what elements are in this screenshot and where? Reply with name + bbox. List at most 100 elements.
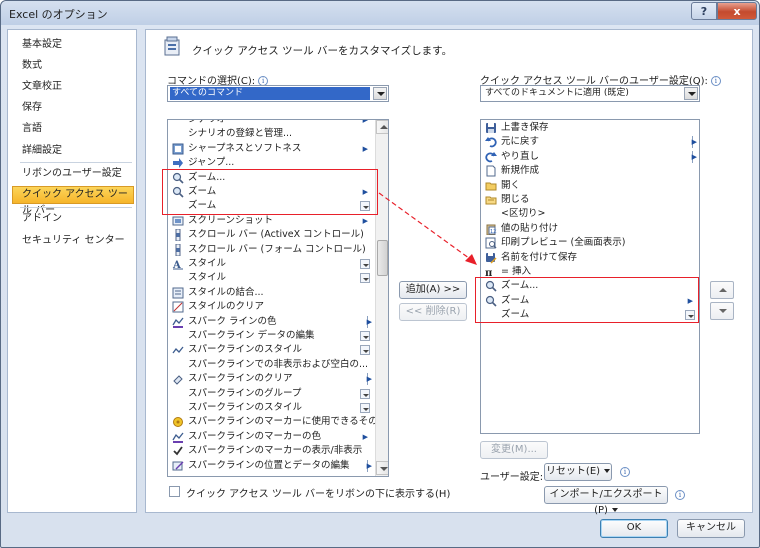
gallery-dropdown-icon: [360, 273, 370, 284]
list-item[interactable]: 新規作成: [481, 164, 699, 178]
move-up-button[interactable]: [710, 281, 734, 299]
nav-item-basic[interactable]: 基本設定: [12, 36, 134, 54]
list-item[interactable]: 開く: [481, 179, 699, 193]
list-item-label: 名前を付けて保存: [501, 251, 578, 263]
below-ribbon-checkbox[interactable]: [169, 486, 180, 497]
list-item-label: スパークラインのマーカーの表示/非表示: [188, 445, 363, 457]
list-item[interactable]: スパークラインでの非表示および空白の...: [168, 358, 374, 372]
move-down-button[interactable]: [710, 302, 734, 320]
list-item[interactable]: 名前を付けて保存: [481, 251, 699, 265]
nav-item-advanced[interactable]: 詳細設定: [12, 142, 134, 160]
list-item-label: スパーク ラインの色: [188, 315, 277, 327]
ok-button[interactable]: OK: [600, 519, 668, 538]
list-item[interactable]: スタイルのクリア: [168, 300, 374, 314]
new-file-icon: [486, 165, 496, 177]
list-item[interactable]: 印刷プレビュー (全画面表示): [481, 236, 699, 250]
reset-button[interactable]: リセット(E): [544, 463, 612, 481]
list-item[interactable]: スパークラインのマーカーの色 ▶: [168, 430, 374, 444]
excel-options-dialog: Excel のオプション ? x 基本設定 数式 文章校正 保存 言語 詳細設定…: [0, 0, 760, 548]
window-title: Excel のオプション: [9, 8, 108, 21]
chevron-down-icon[interactable]: [684, 87, 698, 100]
list-item[interactable]: スパークラインのマーカーに使用できるその...: [168, 415, 387, 429]
list-item-label: 上書き保存: [501, 122, 549, 133]
list-item-label: スクロール バー (フォーム コントロール): [188, 243, 366, 255]
edit-data-icon: [172, 461, 184, 471]
check-icon: [173, 446, 183, 456]
submenu-arrow-icon: ▶: [691, 152, 697, 161]
sharpness-icon: [172, 143, 184, 155]
gallery-dropdown-icon: [360, 259, 370, 269]
nav-item-formulas[interactable]: 数式: [12, 57, 134, 75]
cancel-button[interactable]: キャンセル: [677, 519, 745, 538]
style-merge-icon: [172, 287, 184, 299]
list-item[interactable]: スパークラインのスタイル: [168, 343, 374, 357]
list-item-label: スパークラインのスタイル: [188, 344, 303, 356]
nav-item-quick-access-toolbar[interactable]: クイック アクセス ツール バー: [12, 186, 134, 216]
modify-button[interactable]: 変更(M)...: [480, 441, 548, 459]
customize-target-combo[interactable]: すべてのドキュメントに適用 (既定): [480, 85, 700, 102]
list-item[interactable]: 上書き保存: [481, 121, 699, 135]
command-source-value: すべてのコマンド: [170, 87, 370, 100]
list-item-label: スパークライン データの編集: [188, 330, 315, 341]
target-highlight-box: [475, 277, 699, 323]
options-navigation: 基本設定 数式 文章校正 保存 言語 詳細設定 リボンのユーザー設定 クイック …: [7, 29, 137, 513]
list-item[interactable]: やり直し ▶: [481, 150, 699, 164]
list-item[interactable]: スパークラインのグループ: [168, 387, 374, 401]
list-item-label: やり直し: [501, 150, 540, 162]
list-item[interactable]: スパークライン データの編集: [168, 329, 374, 343]
list-item[interactable]: スタイルの結合...: [168, 286, 374, 300]
gallery-dropdown-icon: [360, 388, 370, 399]
list-item[interactable]: スパーク ラインの色 ▶: [168, 315, 374, 329]
list-item[interactable]: スパークラインのマーカーの表示/非表示: [168, 444, 374, 458]
list-item-label: スクリーンショット: [188, 214, 274, 226]
list-item-label: スパークラインの位置とデータの編集: [188, 459, 350, 471]
arrow-right-icon: [173, 158, 183, 169]
dashed-arrow-icon: [378, 192, 477, 265]
list-item[interactable]: スクロール バー (フォーム コントロール): [168, 243, 374, 257]
list-item[interactable]: スクリーンショット ▶: [168, 214, 374, 228]
help-button[interactable]: ?: [691, 2, 717, 20]
scroll-down-button[interactable]: [376, 461, 388, 475]
nav-item-proofing[interactable]: 文章校正: [12, 78, 134, 96]
command-source-combo[interactable]: すべてのコマンド: [167, 85, 389, 102]
nav-divider: [20, 207, 132, 208]
list-item[interactable]: <区切り>: [481, 207, 699, 221]
list-item[interactable]: A スタイル: [168, 257, 374, 271]
import-export-button-label: インポート/エクスポート(P): [549, 489, 663, 516]
list-item-label: 値の貼り付け: [501, 222, 559, 234]
scroll-up-button[interactable]: [376, 120, 388, 134]
submenu-arrow-icon: ▶: [691, 138, 697, 147]
blank-icon: [172, 128, 184, 140]
list-item[interactable]: スパークラインの位置とデータの編集 ▶: [168, 459, 374, 473]
title-bar: Excel のオプション ? x: [1, 1, 759, 25]
list-item[interactable]: スパークラインのスタイル: [168, 401, 374, 415]
style-icon: A: [172, 260, 183, 270]
add-button[interactable]: 追加(A) >>: [399, 281, 467, 299]
close-button[interactable]: x: [717, 2, 757, 20]
list-item[interactable]: スタイル: [168, 271, 374, 285]
open-folder-icon: [485, 182, 497, 191]
import-export-button[interactable]: インポート/エクスポート(P): [544, 486, 668, 516]
list-item[interactable]: 閉じる: [481, 193, 699, 207]
list-item[interactable]: 元に戻す ▶: [481, 135, 699, 149]
chevron-down-icon[interactable]: [373, 87, 387, 100]
list-item-label: 元に戻す: [501, 136, 540, 148]
list-item[interactable]: スクロール バー (ActiveX コントロール): [168, 228, 374, 242]
list-item[interactable]: スパークラインのクリア ▶: [168, 372, 374, 386]
nav-item-addins[interactable]: アドイン: [12, 210, 134, 228]
nav-item-save[interactable]: 保存: [12, 99, 134, 117]
list-item-label: スタイル: [188, 258, 227, 269]
style-clear-icon: [172, 301, 184, 313]
list-item[interactable]: シャープネスとソフトネス ▶: [168, 142, 374, 156]
customizations-label: ユーザー設定:: [480, 472, 544, 483]
remove-button[interactable]: << 削除(R): [399, 303, 467, 321]
nav-item-customize-ribbon[interactable]: リボンのユーザー設定: [12, 165, 134, 183]
list-item[interactable]: シナリオ ▶: [168, 120, 374, 127]
list-item[interactable]: シナリオの登録と管理...: [168, 127, 374, 141]
page-title: クイック アクセス ツール バーをカスタマイズします。: [192, 45, 453, 57]
nav-item-language[interactable]: 言語: [12, 120, 134, 138]
list-item-label: シャープネスとソフトネス: [188, 142, 302, 154]
nav-item-trust-center[interactable]: セキュリティ センター: [12, 232, 134, 250]
list-item[interactable]: 123 値の貼り付け: [481, 222, 699, 236]
gallery-dropdown-icon: [360, 345, 370, 356]
